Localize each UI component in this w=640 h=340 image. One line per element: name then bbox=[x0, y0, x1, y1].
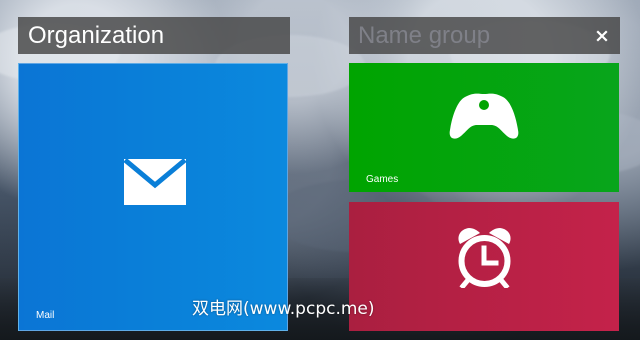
close-icon[interactable] bbox=[593, 27, 611, 45]
mail-tile[interactable]: Mail bbox=[18, 63, 288, 331]
start-screen-organization: { "colors": { "mail_tile": "#0A7FD8", "g… bbox=[0, 0, 640, 340]
game-controller-icon bbox=[449, 93, 519, 139]
name-group-editor[interactable] bbox=[349, 17, 620, 54]
mail-tile-label: Mail bbox=[36, 310, 55, 321]
alarm-tile[interactable] bbox=[349, 202, 619, 331]
games-tile-label: Games bbox=[366, 174, 399, 185]
organization-group-header[interactable]: Organization bbox=[18, 17, 290, 54]
mail-icon bbox=[123, 158, 187, 205]
organization-group-title: Organization bbox=[28, 21, 165, 49]
name-group-input[interactable] bbox=[358, 17, 585, 54]
games-tile[interactable]: Games bbox=[349, 63, 619, 192]
alarm-clock-icon bbox=[458, 228, 511, 288]
